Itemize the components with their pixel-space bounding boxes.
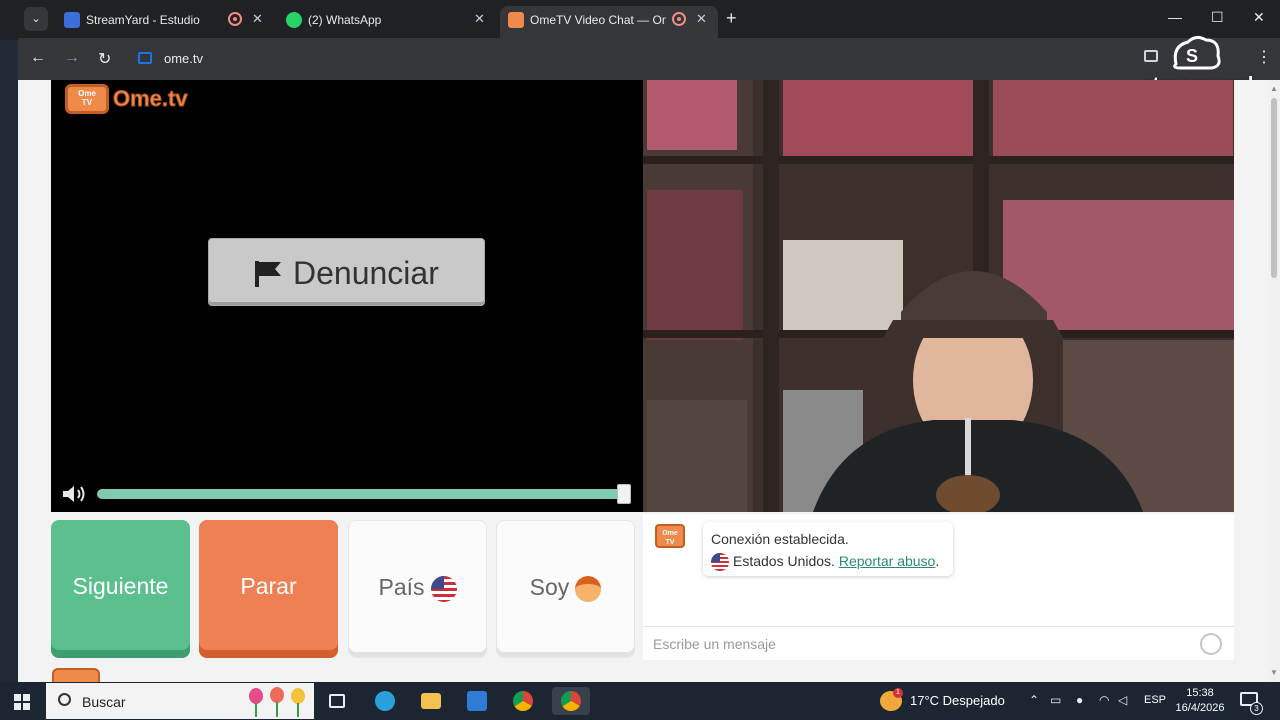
country-filter-button[interactable]: País	[348, 520, 487, 658]
weather-description: Despejado	[942, 693, 1005, 708]
weather-temperature: 17°C	[910, 693, 940, 708]
recording-icon	[228, 12, 242, 26]
back-arrow-icon[interactable]: ←	[30, 49, 46, 67]
report-button-label: Denunciar	[293, 255, 439, 291]
volume-slider-handle[interactable]	[617, 484, 631, 504]
us-flag-icon	[711, 553, 729, 572]
ometv-favicon-icon	[508, 12, 524, 28]
partner-country: Estados Unidos.	[733, 553, 835, 569]
maximize-window-icon[interactable]: ☐	[1211, 9, 1224, 26]
volume-slider[interactable]	[97, 489, 625, 499]
partner-country-line: Estados Unidos. Reportar abuso.	[711, 553, 940, 572]
stop-button[interactable]: Parar	[199, 520, 338, 658]
browser-toolbar: ← → ↻ ome.tv ⋮	[18, 38, 1280, 80]
webcam-feed	[643, 80, 1234, 512]
chat-panel: Ome TV Conexión establecida. Estados Unid…	[643, 514, 1234, 660]
taskbar-clock[interactable]: 15:38 16/4/2026	[1172, 686, 1228, 716]
emoji-icon[interactable]	[1200, 633, 1222, 655]
language-indicator[interactable]: ESP	[1144, 694, 1166, 706]
next-button[interactable]: Siguiente	[51, 520, 190, 658]
tulips-icon	[249, 687, 305, 717]
windows-taskbar: Buscar 1 17°C Despejado ⌃ ▭ ● ◠ ◁ ESP 15…	[0, 682, 1280, 720]
camera-permission-icon[interactable]	[138, 52, 152, 64]
browser-menu-icon[interactable]: ⋮	[1256, 47, 1272, 67]
system-message: Conexión establecida. Estados Unidos. Re…	[703, 522, 953, 576]
tab-label: OmeTV Video Chat — Ome	[530, 13, 666, 27]
chevron-up-icon[interactable]: ⌃	[1029, 693, 1039, 707]
tab-label: (2) WhatsApp	[308, 13, 382, 27]
microsoft-store-icon[interactable]	[462, 687, 492, 715]
forward-arrow-icon[interactable]: →	[64, 49, 80, 67]
windows-start-icon[interactable]	[14, 694, 30, 710]
gender-filter-button[interactable]: Soy	[496, 520, 635, 658]
self-camera-video	[643, 80, 1234, 512]
ometv-footer-logo-icon	[52, 668, 100, 682]
address-bar[interactable]: ome.tv	[130, 45, 1120, 73]
report-abuse-link[interactable]: Reportar abuso	[839, 553, 936, 569]
search-icon	[58, 693, 71, 706]
file-explorer-icon[interactable]	[416, 687, 446, 715]
close-tab-icon[interactable]: ✕	[252, 11, 263, 27]
close-tab-icon[interactable]: ✕	[696, 11, 707, 27]
iam-button-label: Soy	[529, 574, 570, 600]
tab-label: StreamYard - Estudio	[86, 13, 200, 27]
chrome-icon[interactable]	[508, 687, 538, 715]
tab-streamyard[interactable]: StreamYard - Estudio ✕	[56, 6, 274, 38]
ometv-logo-badge: Ome TV	[65, 84, 109, 114]
weather-widget[interactable]: 17°C Despejado	[910, 693, 1005, 708]
taskbar-search[interactable]: Buscar	[46, 683, 314, 719]
stop-button-label: Parar	[240, 573, 297, 599]
us-flag-icon	[430, 575, 457, 602]
next-button-label: Siguiente	[72, 573, 169, 599]
microphone-icon[interactable]: ●	[1076, 693, 1083, 707]
close-tab-icon[interactable]: ✕	[474, 11, 485, 27]
wifi-icon[interactable]: ◠	[1099, 693, 1109, 707]
stranger-video: Ome TV Ome.tv Denunciar	[51, 80, 643, 512]
tab-search-button[interactable]: ⌄	[24, 7, 48, 31]
flag-icon	[255, 261, 281, 287]
cast-icon[interactable]	[1144, 50, 1158, 62]
clock-date: 16/4/2026	[1175, 702, 1225, 714]
boy-avatar-icon	[575, 575, 602, 602]
browser-tab-bar: ⌄ StreamYard - Estudio ✕ (2) WhatsApp ✕ …	[0, 0, 1280, 38]
scroll-up-icon[interactable]: ▲	[1270, 84, 1278, 93]
streamyard-favicon-icon	[64, 12, 80, 28]
country-button-label: País	[378, 574, 425, 600]
scrollbar-thumb[interactable]	[1271, 98, 1277, 278]
desktop-edge	[0, 40, 18, 682]
address-url: ome.tv	[164, 51, 204, 66]
ometv-logo-word: Ome.tv	[113, 86, 189, 112]
close-window-icon[interactable]: ✕	[1253, 9, 1265, 26]
connection-status: Conexión establecida.	[711, 531, 849, 547]
chrome-active-window-icon[interactable]	[552, 687, 590, 715]
reload-icon[interactable]: ↻	[98, 49, 111, 69]
period: .	[935, 553, 940, 569]
message-input[interactable]: Escribe un mensaje	[643, 626, 1234, 660]
weather-alert-badge: 1	[893, 688, 903, 698]
taskbar-search-label: Buscar	[82, 694, 126, 710]
report-button[interactable]: Denunciar	[208, 238, 485, 306]
message-input-placeholder: Escribe un mensaje	[653, 636, 776, 652]
clock-time: 15:38	[1186, 687, 1214, 699]
scroll-down-icon[interactable]: ▼	[1270, 668, 1278, 677]
tab-whatsapp[interactable]: (2) WhatsApp ✕	[278, 6, 496, 38]
whatsapp-favicon-icon	[286, 12, 302, 28]
tab-ometv[interactable]: OmeTV Video Chat — Ome ✕	[500, 6, 718, 38]
battery-icon[interactable]: ▭	[1050, 693, 1061, 707]
streamyard-logo-icon: S	[1173, 35, 1221, 70]
volume-icon[interactable]	[61, 484, 89, 504]
ometv-chat-logo-icon: Ome TV	[655, 524, 685, 548]
notification-count: 3	[1250, 702, 1263, 715]
page-scrollbar[interactable]: ▲ ▼	[1268, 80, 1280, 682]
minimize-window-icon[interactable]: —	[1168, 9, 1182, 25]
speaker-icon[interactable]: ◁	[1118, 693, 1127, 707]
ometv-page: Ome TV Ome.tv Denunciar Siguiente Parar …	[18, 80, 1268, 682]
edge-icon[interactable]	[370, 687, 400, 715]
recording-icon	[672, 12, 686, 26]
new-tab-button[interactable]: +	[726, 8, 737, 29]
task-view-icon[interactable]	[322, 687, 352, 715]
svg-text:S: S	[1186, 46, 1198, 66]
